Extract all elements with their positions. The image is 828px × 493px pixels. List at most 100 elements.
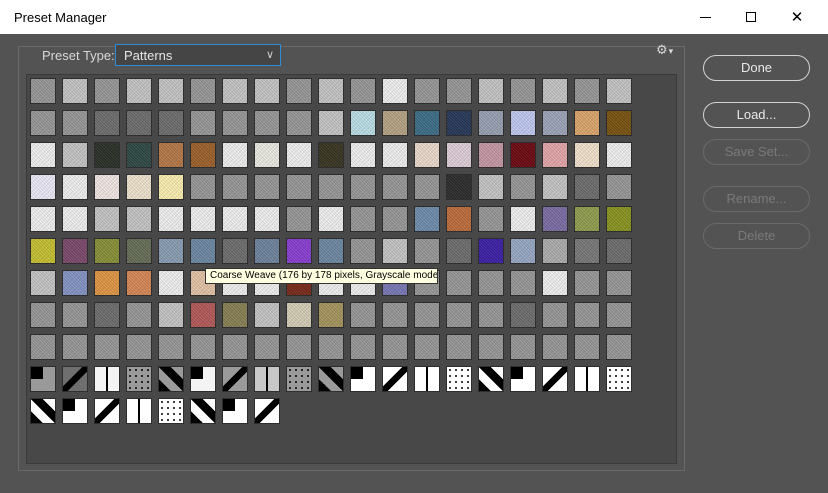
pattern-swatch[interactable] [30, 398, 56, 424]
pattern-swatch[interactable] [414, 142, 440, 168]
pattern-swatch[interactable] [382, 206, 408, 232]
pattern-swatch[interactable] [510, 110, 536, 136]
pattern-swatch[interactable] [190, 142, 216, 168]
pattern-swatch[interactable] [606, 334, 632, 360]
pattern-swatch[interactable] [574, 366, 600, 392]
pattern-swatch[interactable] [94, 334, 120, 360]
close-button[interactable]: ✕ [774, 0, 820, 34]
pattern-swatch[interactable] [94, 302, 120, 328]
rename-button[interactable]: Rename... [703, 186, 810, 212]
pattern-swatch[interactable] [30, 174, 56, 200]
pattern-swatch[interactable] [318, 206, 344, 232]
pattern-swatch[interactable] [94, 110, 120, 136]
pattern-swatch[interactable] [446, 334, 472, 360]
pattern-swatch[interactable] [30, 110, 56, 136]
pattern-swatch[interactable] [574, 142, 600, 168]
pattern-swatch[interactable] [446, 270, 472, 296]
pattern-swatch[interactable] [126, 174, 152, 200]
pattern-swatch[interactable] [542, 366, 568, 392]
pattern-swatch[interactable] [126, 302, 152, 328]
pattern-swatch[interactable] [286, 78, 312, 104]
pattern-swatch[interactable] [30, 206, 56, 232]
pattern-swatch[interactable] [222, 302, 248, 328]
pattern-swatch[interactable] [62, 366, 88, 392]
pattern-swatch[interactable] [286, 302, 312, 328]
pattern-swatch[interactable] [126, 206, 152, 232]
pattern-swatch[interactable] [190, 334, 216, 360]
pattern-swatch[interactable] [190, 174, 216, 200]
pattern-swatch[interactable] [62, 334, 88, 360]
pattern-swatch[interactable] [158, 238, 184, 264]
pattern-swatch[interactable] [606, 78, 632, 104]
pattern-swatch[interactable] [94, 398, 120, 424]
pattern-swatch[interactable] [478, 270, 504, 296]
pattern-swatch[interactable] [542, 206, 568, 232]
pattern-swatch[interactable] [478, 366, 504, 392]
done-button[interactable]: Done [703, 55, 810, 81]
pattern-swatch[interactable] [126, 398, 152, 424]
pattern-swatch[interactable] [574, 334, 600, 360]
pattern-swatch[interactable] [30, 270, 56, 296]
pattern-swatch[interactable] [254, 334, 280, 360]
pattern-swatch[interactable] [126, 110, 152, 136]
pattern-swatch[interactable] [318, 366, 344, 392]
pattern-swatch[interactable] [382, 174, 408, 200]
pattern-swatch[interactable] [222, 142, 248, 168]
pattern-swatch[interactable] [350, 366, 376, 392]
pattern-swatch[interactable] [510, 78, 536, 104]
pattern-swatch[interactable] [542, 174, 568, 200]
pattern-swatch[interactable] [254, 174, 280, 200]
pattern-swatch[interactable] [286, 174, 312, 200]
pattern-swatch[interactable] [350, 302, 376, 328]
pattern-swatch[interactable] [62, 174, 88, 200]
pattern-swatch[interactable] [318, 142, 344, 168]
pattern-swatch[interactable] [606, 174, 632, 200]
pattern-swatch[interactable] [286, 334, 312, 360]
pattern-swatch[interactable] [158, 206, 184, 232]
pattern-swatch[interactable] [510, 302, 536, 328]
pattern-swatch[interactable] [126, 270, 152, 296]
pattern-swatch[interactable] [414, 174, 440, 200]
pattern-swatch[interactable] [446, 174, 472, 200]
pattern-swatch[interactable] [190, 302, 216, 328]
pattern-swatch[interactable] [158, 302, 184, 328]
pattern-swatch[interactable] [414, 302, 440, 328]
pattern-swatch[interactable] [478, 238, 504, 264]
pattern-swatch[interactable] [542, 334, 568, 360]
pattern-swatch[interactable] [62, 142, 88, 168]
pattern-swatch[interactable] [62, 78, 88, 104]
pattern-swatch[interactable] [286, 110, 312, 136]
pattern-swatch[interactable] [62, 270, 88, 296]
pattern-swatch[interactable] [94, 270, 120, 296]
pattern-swatch[interactable] [510, 270, 536, 296]
pattern-swatch[interactable] [382, 366, 408, 392]
pattern-swatch[interactable] [222, 78, 248, 104]
pattern-swatch[interactable] [30, 366, 56, 392]
pattern-swatch[interactable] [478, 142, 504, 168]
pattern-swatch[interactable] [510, 366, 536, 392]
pattern-swatch[interactable] [414, 110, 440, 136]
pattern-swatch[interactable] [158, 398, 184, 424]
pattern-swatch[interactable] [510, 238, 536, 264]
pattern-swatch[interactable] [94, 174, 120, 200]
pattern-swatch[interactable] [414, 366, 440, 392]
pattern-swatch[interactable] [158, 334, 184, 360]
pattern-swatch[interactable] [254, 142, 280, 168]
pattern-swatch[interactable] [318, 302, 344, 328]
pattern-swatch[interactable] [382, 302, 408, 328]
pattern-swatch[interactable] [254, 206, 280, 232]
pattern-swatch[interactable] [382, 334, 408, 360]
pattern-swatch[interactable] [62, 238, 88, 264]
pattern-swatch[interactable] [446, 110, 472, 136]
pattern-swatch[interactable] [30, 78, 56, 104]
pattern-swatch[interactable] [158, 78, 184, 104]
pattern-swatch[interactable] [30, 238, 56, 264]
pattern-swatch[interactable] [62, 110, 88, 136]
pattern-swatch[interactable] [382, 142, 408, 168]
pattern-swatch[interactable] [30, 302, 56, 328]
save-set-button[interactable]: Save Set... [703, 139, 810, 165]
pattern-swatch[interactable] [318, 78, 344, 104]
pattern-swatch[interactable] [382, 110, 408, 136]
pattern-swatch[interactable] [382, 78, 408, 104]
pattern-swatch[interactable] [606, 142, 632, 168]
